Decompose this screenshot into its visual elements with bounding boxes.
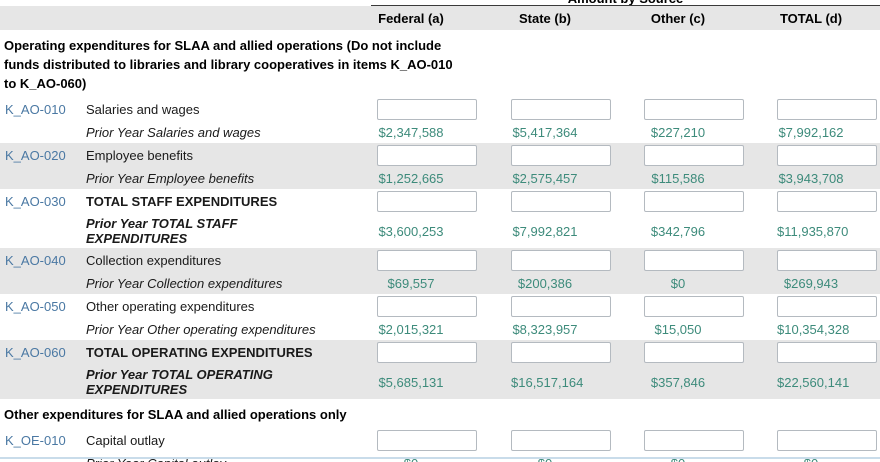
amount-input-other[interactable]: [644, 342, 744, 363]
prior-year-value-federal: $2,015,321: [377, 322, 445, 337]
prior-year-value-total: $11,935,870: [777, 224, 845, 239]
item-label: TOTAL STAFF EXPENDITURES: [86, 194, 371, 209]
amount-input-total[interactable]: [777, 145, 877, 166]
expenditures-form-page: Amount by Source Federal (a) State (b) O…: [0, 0, 880, 462]
section-title: Operating expenditures for SLAA and alli…: [4, 36, 459, 93]
amount-input-total[interactable]: [777, 99, 877, 120]
form-table-body: Federal (a) State (b) Other (c) TOTAL (d…: [0, 6, 880, 462]
prior-year-value-other: $15,050: [644, 322, 712, 337]
prior-year-label: Prior Year Other operating expenditures: [86, 320, 341, 339]
item-current-year-row: K_AO-060 TOTAL OPERATING EXPENDITURES: [0, 340, 880, 365]
amount-input-state[interactable]: [511, 430, 611, 451]
prior-year-value-state: $16,517,164: [511, 375, 579, 390]
item-label: Other operating expenditures: [86, 299, 371, 314]
amount-input-state[interactable]: [511, 342, 611, 363]
amount-input-total[interactable]: [777, 430, 877, 451]
item-label: Salaries and wages: [86, 102, 371, 117]
prior-year-value-state: $8,323,957: [511, 322, 579, 337]
section-title-row: Other expenditures for SLAA and allied o…: [0, 399, 880, 428]
column-header-total: TOTAL (d): [777, 11, 845, 26]
amount-input-federal[interactable]: [377, 145, 477, 166]
amount-input-other[interactable]: [644, 296, 744, 317]
amount-input-federal[interactable]: [377, 430, 477, 451]
prior-year-label: Prior Year Employee benefits: [86, 169, 341, 188]
expenditures-table: Federal (a) State (b) Other (c) TOTAL (d…: [0, 6, 880, 462]
prior-year-value-other: $227,210: [644, 125, 712, 140]
amount-input-federal[interactable]: [377, 296, 477, 317]
amount-input-state[interactable]: [511, 145, 611, 166]
prior-year-label: Prior Year TOTAL OPERATING EXPENDITURES: [86, 365, 341, 399]
item-current-year-row: K_AO-050 Other operating expenditures: [0, 294, 880, 319]
prior-year-value-total: $7,992,162: [777, 125, 845, 140]
prior-year-value-total: $3,943,708: [777, 171, 845, 186]
bottom-divider: [0, 457, 880, 459]
section-title-row: Operating expenditures for SLAA and alli…: [0, 30, 880, 97]
prior-year-value-other: $0: [644, 276, 712, 291]
prior-year-label: Prior Year Collection expenditures: [86, 274, 341, 293]
prior-year-value-federal: $1,252,665: [377, 171, 445, 186]
item-current-year-row: K_OE-010 Capital outlay: [0, 428, 880, 453]
amount-input-total[interactable]: [777, 191, 877, 212]
prior-year-value-federal: $69,557: [377, 276, 445, 291]
prior-year-value-state: $200,386: [511, 276, 579, 291]
item-code-link[interactable]: K_AO-030: [5, 194, 66, 209]
amount-input-total[interactable]: [777, 296, 877, 317]
column-header-spacer: [0, 6, 371, 30]
prior-year-value-total: $269,943: [777, 276, 845, 291]
item-current-year-row: K_AO-010 Salaries and wages: [0, 97, 880, 122]
prior-year-label: Prior Year TOTAL STAFF EXPENDITURES: [86, 214, 341, 248]
amount-input-state[interactable]: [511, 250, 611, 271]
item-prior-year-row: Prior Year Other operating expenditures …: [0, 319, 880, 340]
item-prior-year-row: Prior Year TOTAL STAFF EXPENDITURES $3,6…: [0, 214, 880, 248]
amount-input-total[interactable]: [777, 250, 877, 271]
prior-year-value-total: $22,560,141: [777, 375, 845, 390]
prior-year-value-state: $7,992,821: [511, 224, 579, 239]
item-prior-year-row: Prior Year Salaries and wages $2,347,588…: [0, 122, 880, 143]
item-code-link[interactable]: K_OE-010: [5, 433, 66, 448]
item-code-link[interactable]: K_AO-050: [5, 299, 66, 314]
prior-year-value-total: $10,354,328: [777, 322, 845, 337]
item-current-year-row: K_AO-040 Collection expenditures: [0, 248, 880, 273]
prior-year-value-other: $342,796: [644, 224, 712, 239]
item-code-link[interactable]: K_AO-010: [5, 102, 66, 117]
column-header-row: Federal (a) State (b) Other (c) TOTAL (d…: [0, 6, 880, 30]
amount-input-state[interactable]: [511, 99, 611, 120]
prior-year-value-state: $2,575,457: [511, 171, 579, 186]
item-code-link[interactable]: K_AO-020: [5, 148, 66, 163]
amount-input-federal[interactable]: [377, 191, 477, 212]
prior-year-value-state: $5,417,364: [511, 125, 579, 140]
prior-year-value-federal: $3,600,253: [377, 224, 445, 239]
item-code-link[interactable]: K_AO-040: [5, 253, 66, 268]
amount-input-other[interactable]: [644, 430, 744, 451]
prior-year-value-federal: $5,685,131: [377, 375, 445, 390]
item-label: Employee benefits: [86, 148, 371, 163]
item-prior-year-row: Prior Year Employee benefits $1,252,665 …: [0, 168, 880, 189]
item-current-year-row: K_AO-020 Employee benefits: [0, 143, 880, 168]
amount-input-other[interactable]: [644, 191, 744, 212]
prior-year-label: Prior Year Salaries and wages: [86, 123, 341, 142]
item-prior-year-row: Prior Year TOTAL OPERATING EXPENDITURES …: [0, 365, 880, 399]
amount-input-state[interactable]: [511, 191, 611, 212]
column-header-state: State (b): [511, 11, 579, 26]
amount-input-other[interactable]: [644, 250, 744, 271]
amount-input-federal[interactable]: [377, 250, 477, 271]
item-current-year-row: K_AO-030 TOTAL STAFF EXPENDITURES: [0, 189, 880, 214]
amount-input-federal[interactable]: [377, 99, 477, 120]
item-label: Capital outlay: [86, 433, 371, 448]
item-label: TOTAL OPERATING EXPENDITURES: [86, 345, 371, 360]
column-header-other: Other (c): [644, 11, 712, 26]
item-code-link[interactable]: K_AO-060: [5, 345, 66, 360]
item-label: Collection expenditures: [86, 253, 371, 268]
item-prior-year-row: Prior Year Collection expenditures $69,5…: [0, 273, 880, 294]
amount-input-other[interactable]: [644, 145, 744, 166]
prior-year-value-federal: $2,347,588: [377, 125, 445, 140]
amount-input-state[interactable]: [511, 296, 611, 317]
amount-input-federal[interactable]: [377, 342, 477, 363]
section-title: Other expenditures for SLAA and allied o…: [4, 405, 459, 424]
amount-input-other[interactable]: [644, 99, 744, 120]
prior-year-value-other: $357,846: [644, 375, 712, 390]
prior-year-value-other: $115,586: [644, 171, 712, 186]
amount-input-total[interactable]: [777, 342, 877, 363]
column-header-federal: Federal (a): [377, 11, 445, 26]
